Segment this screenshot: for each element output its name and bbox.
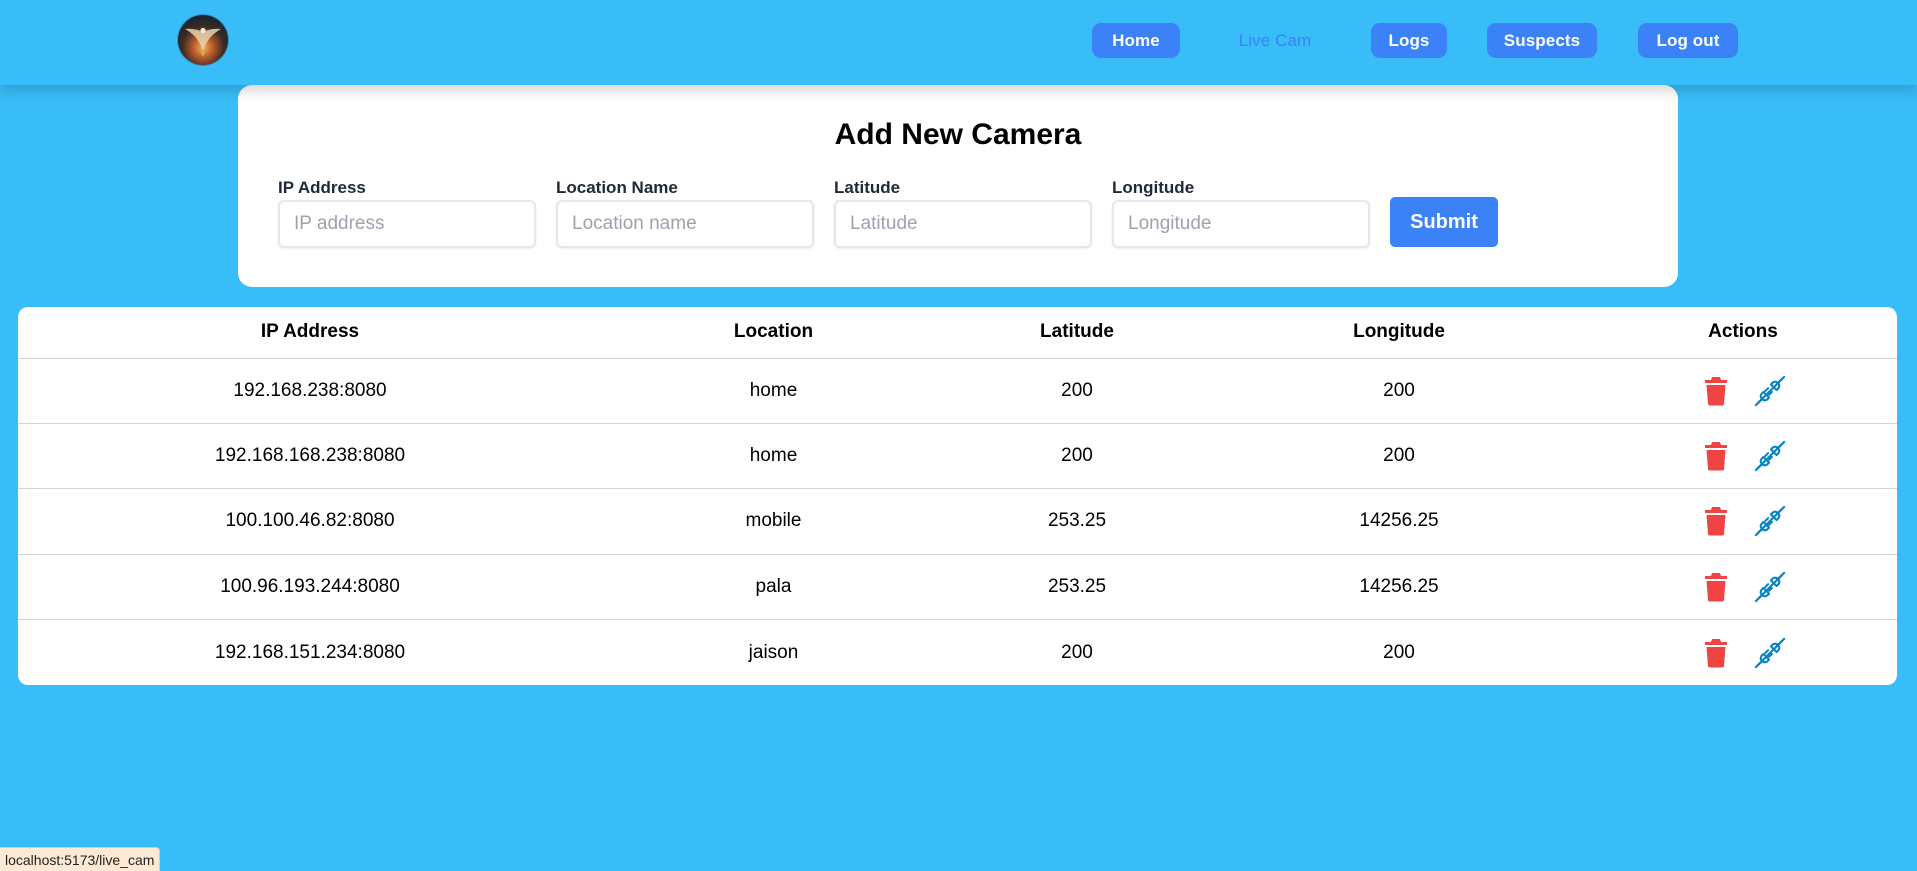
table-row: 192.168.151.234:8080 jaison 200 200 [18, 620, 1897, 685]
nav-live-cam-link[interactable]: Live Cam [1228, 23, 1322, 58]
header-longitude: Longitude [1209, 307, 1589, 359]
navbar: Home Live Cam Logs Suspects Log out [0, 0, 1917, 85]
cell-ip-address: 100.96.193.244:8080 [18, 554, 602, 621]
cell-ip-address: 192.168.151.234:8080 [214, 641, 406, 663]
longitude-input[interactable] [1112, 200, 1370, 248]
ip-address-label: IP Address [278, 178, 366, 197]
disconnect-plug-icon[interactable] [1754, 570, 1786, 604]
cell-location: jaison [748, 641, 799, 663]
table-header-row: IP Address Location Latitude Longitude A… [18, 307, 1897, 359]
trash-icon[interactable] [1700, 570, 1732, 604]
table-row: 192.168.168.238:8080 home 200 200 [18, 423, 1897, 490]
location-name-input[interactable] [556, 200, 814, 248]
cell-latitude: 200 [945, 358, 1209, 424]
cell-actions [1589, 620, 1897, 685]
cell-longitude: 200 [1209, 423, 1589, 490]
nav-home-button[interactable]: Home [1092, 23, 1180, 58]
nav-logout-button[interactable]: Log out [1638, 23, 1738, 58]
trash-icon[interactable] [1700, 636, 1732, 670]
nav-suspects-button[interactable]: Suspects [1487, 23, 1597, 58]
cell-actions [1589, 358, 1897, 424]
latitude-input[interactable] [834, 200, 1092, 248]
cell-location: pala [602, 554, 945, 621]
cell-longitude: 14256.25 [1209, 488, 1589, 555]
disconnect-plug-icon[interactable] [1754, 636, 1786, 670]
cameras-table-card: IP Address Location Latitude Longitude A… [18, 307, 1897, 685]
cell-latitude: 200 [1061, 641, 1093, 663]
disconnect-plug-icon[interactable] [1754, 439, 1786, 473]
longitude-label: Longitude [1112, 178, 1195, 197]
status-bar-url: localhost:5173/live_cam [0, 847, 161, 871]
header-actions: Actions [1589, 307, 1897, 359]
cell-actions [1589, 423, 1897, 490]
trash-icon[interactable] [1700, 504, 1732, 538]
cell-ip-address: 100.100.46.82:8080 [18, 488, 602, 555]
cell-latitude: 200 [945, 423, 1209, 490]
submit-button[interactable]: Submit [1390, 197, 1498, 247]
table-row: 100.100.46.82:8080 mobile 253.25 14256.2… [18, 488, 1897, 555]
cell-actions [1589, 554, 1897, 621]
cell-location: home [602, 358, 945, 424]
cell-actions [1589, 488, 1897, 555]
cell-longitude: 14256.25 [1209, 554, 1589, 621]
form-title: Add New Camera [834, 118, 1082, 151]
table-row: 192.168.238:8080 home 200 200 [18, 358, 1897, 424]
cell-longitude: 200 [1209, 358, 1589, 424]
cell-ip-address: 192.168.168.238:8080 [18, 423, 602, 490]
cell-location: mobile [602, 488, 945, 555]
trash-icon[interactable] [1700, 439, 1732, 473]
ip-address-input[interactable] [278, 200, 536, 248]
disconnect-plug-icon[interactable] [1754, 374, 1786, 408]
cell-latitude: 253.25 [945, 488, 1209, 555]
location-name-label: Location Name [556, 178, 678, 197]
eagle-logo-icon[interactable] [178, 15, 228, 65]
nav-logs-button[interactable]: Logs [1371, 23, 1447, 58]
header-ip-address: IP Address [18, 307, 602, 359]
table-row: 100.96.193.244:8080 pala 253.25 14256.25 [18, 554, 1897, 621]
cameras-table: IP Address Location Latitude Longitude A… [18, 307, 1897, 685]
header-latitude: Latitude [945, 307, 1209, 359]
header-location: Location [602, 307, 945, 359]
cell-longitude: 200 [1383, 641, 1415, 663]
latitude-label: Latitude [834, 178, 901, 197]
disconnect-plug-icon[interactable] [1754, 504, 1786, 538]
cell-ip-address: 192.168.238:8080 [18, 358, 602, 424]
add-camera-card: Add New Camera IP Address Location Name … [238, 85, 1678, 287]
cell-latitude: 253.25 [945, 554, 1209, 621]
trash-icon[interactable] [1700, 374, 1732, 408]
cell-location: home [602, 423, 945, 490]
